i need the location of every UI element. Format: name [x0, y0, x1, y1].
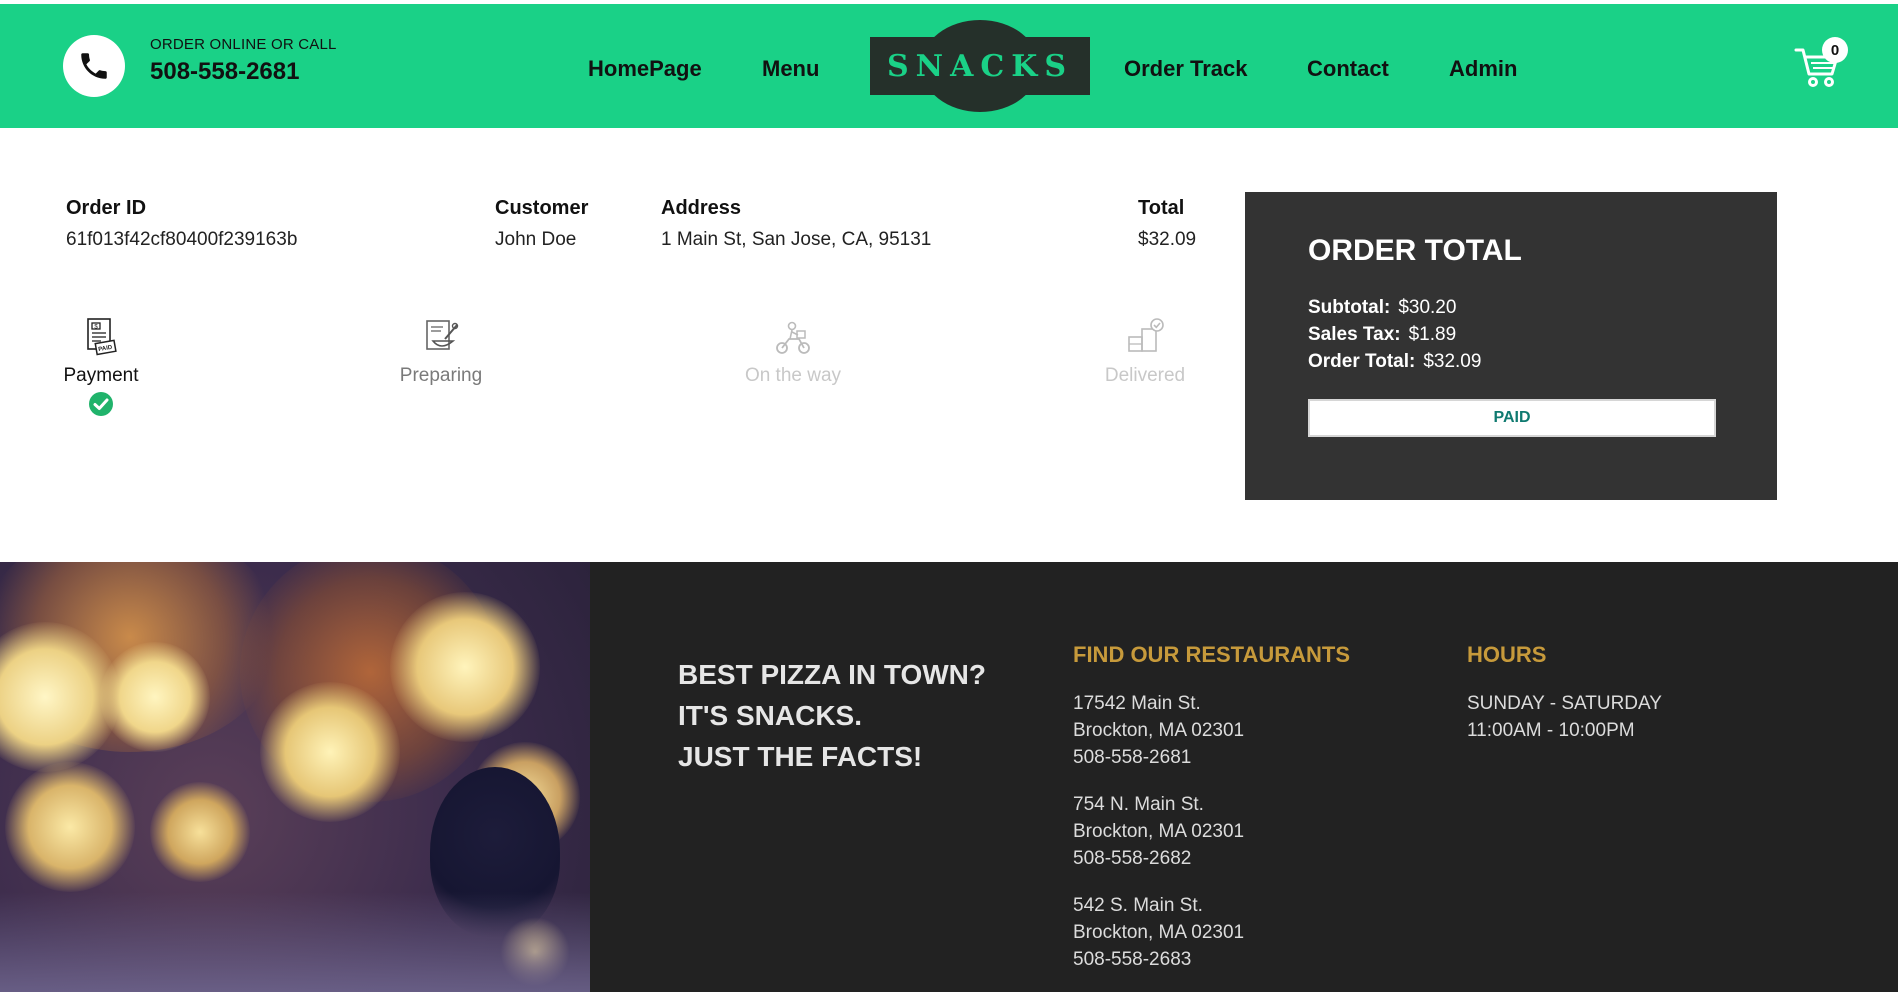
- step-delivered: Delivered: [1075, 315, 1215, 387]
- step-payment: $ PAID Payment: [31, 315, 171, 417]
- customer-label: Customer: [495, 197, 589, 219]
- subtotal-value: $30.20: [1398, 297, 1457, 318]
- hours-heading: HOURS: [1467, 642, 1547, 667]
- order-total-row: Order Total: $32.09: [1308, 351, 1481, 373]
- step-preparing: Preparing: [371, 315, 511, 387]
- slogan-line-3: JUST THE FACTS!: [678, 741, 923, 772]
- restaurant-1-street: 17542 Main St.: [1073, 693, 1201, 714]
- order-total-value: $32.09: [1423, 351, 1482, 372]
- order-total-panel: ORDER TOTAL Subtotal: $30.20 Sales Tax: $1…: [1245, 192, 1777, 500]
- nav-order-track[interactable]: Order Track: [1124, 56, 1248, 82]
- step-payment-label: Payment: [63, 365, 139, 386]
- hours-block: SUNDAY - SATURDAY 11:00AM - 10:00PM: [1467, 690, 1662, 744]
- footer: BEST PIZZA IN TOWN? IT'S SNACKS. JUST TH…: [0, 562, 1898, 992]
- footer-bokeh-image: [0, 562, 590, 992]
- address-value: 1 Main St, San Jose, CA, 95131: [661, 229, 932, 250]
- sales-tax-label: Sales Tax:: [1308, 324, 1401, 345]
- logo-banner: SNACKS: [870, 37, 1090, 95]
- restaurant-3-street: 542 S. Main St.: [1073, 895, 1203, 916]
- total-label: Total: [1138, 197, 1185, 219]
- customer-value: John Doe: [495, 229, 577, 250]
- slogan-line-2: IT'S SNACKS.: [678, 700, 863, 731]
- order-total-label: Order Total:: [1308, 351, 1416, 372]
- nav-admin[interactable]: Admin: [1449, 56, 1517, 82]
- hours-time: 11:00AM - 10:00PM: [1467, 720, 1635, 741]
- delivered-box-icon: [1128, 318, 1164, 352]
- cart-count-badge: 0: [1822, 37, 1848, 63]
- hours-days: SUNDAY - SATURDAY: [1467, 693, 1662, 714]
- nav-menu[interactable]: Menu: [762, 56, 819, 82]
- phone-number: 508-558-2681: [150, 58, 300, 85]
- restaurants-heading: FIND OUR RESTAURANTS: [1073, 642, 1351, 667]
- address-label: Address: [661, 197, 742, 219]
- paid-receipt-icon: $ PAID: [87, 318, 117, 356]
- restaurant-3-phone: 508-558-2683: [1073, 949, 1192, 970]
- order-online-label: ORDER ONLINE OR CALL: [150, 36, 337, 53]
- restaurant-2-city: Brockton, MA 02301: [1073, 821, 1245, 842]
- call-block: ORDER ONLINE OR CALL 508-558-2681: [150, 36, 337, 86]
- nav-homepage[interactable]: HomePage: [588, 56, 702, 82]
- snacks-logo[interactable]: SNACKS: [870, 20, 1090, 112]
- sales-tax-row: Sales Tax: $1.89: [1308, 324, 1456, 346]
- sales-tax-value: $1.89: [1408, 324, 1457, 345]
- restaurant-2-street: 754 N. Main St.: [1073, 794, 1204, 815]
- logo-text: SNACKS: [887, 48, 1073, 84]
- restaurant-3: 542 S. Main St. Brockton, MA 02301 508-5…: [1073, 892, 1244, 973]
- paid-button[interactable]: PAID: [1308, 399, 1716, 437]
- order-total-title: ORDER TOTAL: [1308, 234, 1522, 267]
- nav-contact[interactable]: Contact: [1307, 56, 1389, 82]
- step-delivered-label: Delivered: [1104, 365, 1186, 386]
- subtotal-row: Subtotal: $30.20: [1308, 297, 1456, 319]
- order-id-label: Order ID: [66, 197, 147, 219]
- delivery-bike-icon: [776, 321, 810, 354]
- step-preparing-label: Preparing: [399, 365, 483, 386]
- footer-slogan: BEST PIZZA IN TOWN? IT'S SNACKS. JUST TH…: [678, 654, 986, 777]
- subtotal-label: Subtotal:: [1308, 297, 1391, 318]
- navbar: ORDER ONLINE OR CALL 508-558-2681 HomePa…: [0, 4, 1898, 128]
- preparing-icon: [426, 320, 459, 350]
- restaurant-1-phone: 508-558-2681: [1073, 747, 1192, 768]
- restaurant-3-city: Brockton, MA 02301: [1073, 922, 1245, 943]
- check-circle-icon: [89, 392, 113, 416]
- restaurant-2: 754 N. Main St. Brockton, MA 02301 508-5…: [1073, 791, 1244, 872]
- phone-button[interactable]: [63, 35, 125, 97]
- restaurant-1: 17542 Main St. Brockton, MA 02301 508-55…: [1073, 690, 1244, 771]
- restaurant-1-city: Brockton, MA 02301: [1073, 720, 1245, 741]
- step-on-the-way: On the way: [723, 315, 863, 387]
- total-value: $32.09: [1138, 229, 1197, 250]
- slogan-line-1: BEST PIZZA IN TOWN?: [678, 659, 986, 690]
- step-on-the-way-label: On the way: [744, 365, 842, 386]
- restaurant-2-phone: 508-558-2682: [1073, 848, 1192, 869]
- phone-icon: [81, 53, 107, 79]
- order-id-value: 61f013f42cf80400f239163b: [66, 229, 298, 250]
